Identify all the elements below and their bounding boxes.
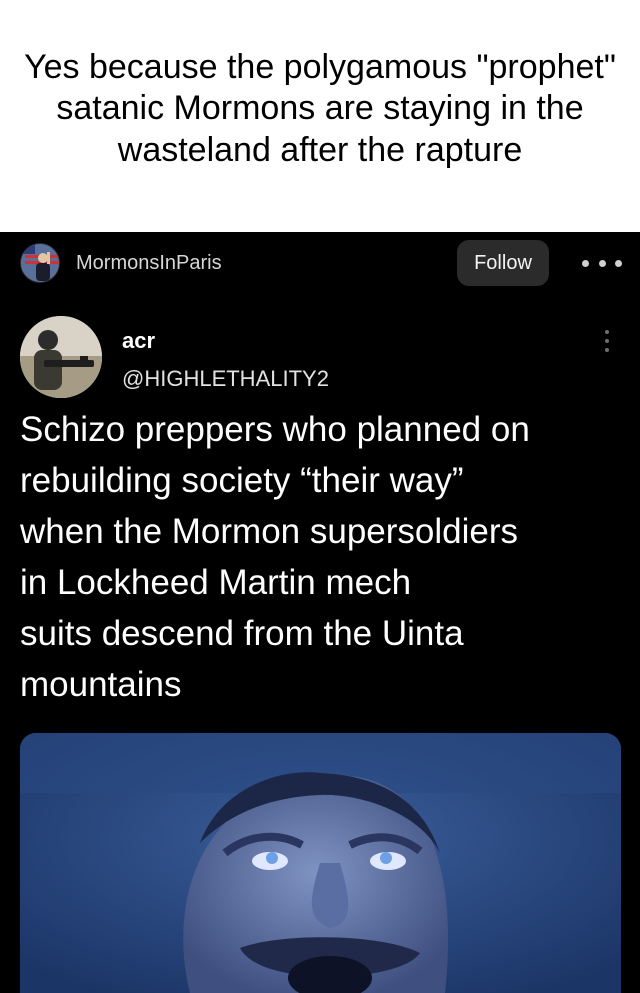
community-avatar-icon [21,244,59,282]
dot [605,339,609,343]
dot [582,259,589,267]
caption-text: Yes because the polygamous "prophet" sat… [24,47,616,169]
author-name[interactable]: acr [122,328,155,354]
community-name[interactable]: MormonsInParis [76,252,222,275]
community-header: MormonsInParis Follow [0,232,640,294]
follow-button[interactable]: Follow [457,240,549,286]
meme-caption: Yes because the polygamous "prophet" sat… [0,0,640,232]
dot [615,259,622,267]
face-photo-image [20,733,621,993]
more-horizontal-icon[interactable] [582,252,622,274]
community-avatar[interactable] [20,243,60,283]
dot [605,330,609,334]
dot [605,348,609,352]
dot [598,259,606,267]
soldier-avatar-icon [20,316,102,398]
tweet-image[interactable] [20,733,621,993]
author-avatar[interactable] [20,316,102,398]
more-vertical-icon[interactable] [604,330,610,352]
post-card: MormonsInParis Follow acr @HIGHLETHALITY… [0,232,640,993]
author-handle[interactable]: @HIGHLETHALITY2 [122,366,329,392]
tweet-text: Schizo preppers who planned on rebuildin… [20,410,530,704]
